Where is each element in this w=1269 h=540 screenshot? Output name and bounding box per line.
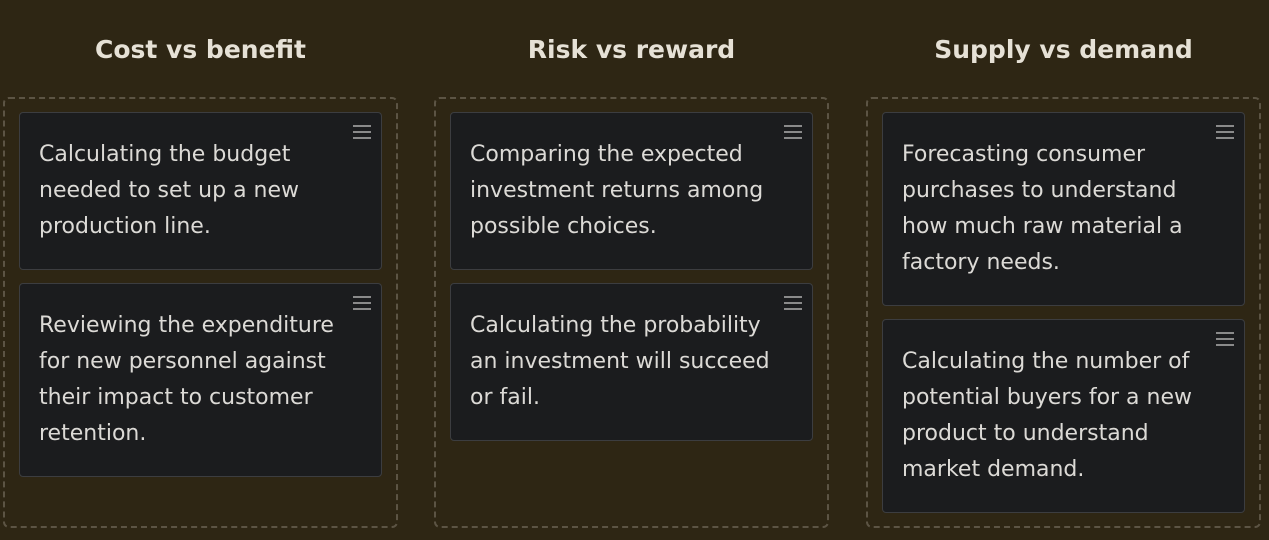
category-column-supply-vs-demand: Supply vs demand Forecasting consumer pu… — [866, 0, 1261, 528]
card-text: Forecasting consumer purchases to unders… — [902, 142, 1183, 275]
drop-zone[interactable]: Calculating the budget needed to set up … — [3, 97, 398, 528]
drag-handle-icon[interactable] — [784, 125, 802, 139]
draggable-card[interactable]: Calculating the budget needed to set up … — [19, 112, 382, 270]
card-text: Reviewing the expenditure for new person… — [39, 313, 334, 446]
drag-handle-icon[interactable] — [353, 296, 371, 310]
drag-handle-icon[interactable] — [1216, 125, 1234, 139]
category-column-cost-vs-benefit: Cost vs benefit Calculating the budget n… — [3, 0, 398, 528]
card-text: Calculating the probability an investmen… — [470, 313, 770, 410]
drag-handle-icon[interactable] — [1216, 332, 1234, 346]
column-title: Cost vs benefit — [94, 35, 307, 64]
column-title: Risk vs reward — [527, 35, 736, 64]
card-text: Calculating the budget needed to set up … — [39, 142, 300, 239]
drag-handle-icon[interactable] — [784, 296, 802, 310]
drag-handle-icon[interactable] — [353, 125, 371, 139]
draggable-card[interactable]: Comparing the expected investment return… — [450, 112, 813, 270]
draggable-card[interactable]: Forecasting consumer purchases to unders… — [882, 112, 1245, 306]
card-text: Comparing the expected investment return… — [470, 142, 764, 239]
drop-zone[interactable]: Comparing the expected investment return… — [434, 97, 829, 528]
draggable-card[interactable]: Reviewing the expenditure for new person… — [19, 283, 382, 477]
card-text: Calculating the number of potential buye… — [902, 349, 1193, 482]
draggable-card[interactable]: Calculating the probability an investmen… — [450, 283, 813, 441]
draggable-card[interactable]: Calculating the number of potential buye… — [882, 319, 1245, 513]
drop-zone[interactable]: Forecasting consumer purchases to unders… — [866, 97, 1261, 528]
category-column-risk-vs-reward: Risk vs reward Comparing the expected in… — [434, 0, 829, 528]
column-title: Supply vs demand — [934, 35, 1193, 64]
